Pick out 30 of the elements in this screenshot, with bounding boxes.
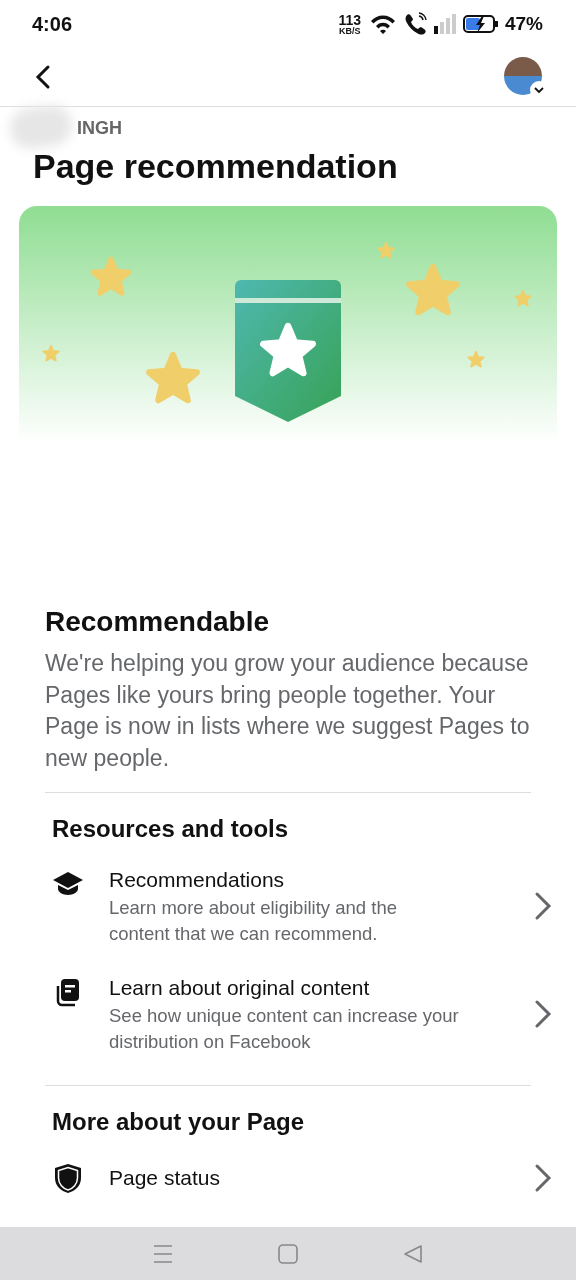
list-item[interactable]: Recommendations Learn more about eligibility and the content that we can recommend. (0, 865, 576, 947)
status-description: We're helping you grow your audience because Pages like yours bring people together. Your Page is now in lists where we suggest Pages to new people. (45, 649, 531, 773)
clock-time: 4:06 (32, 12, 74, 36)
signal-icon (432, 12, 457, 37)
list-item[interactable]: Learn about original content See how unique content can increase your distribution on Facebook (0, 973, 576, 1055)
menu-button[interactable] (151, 1242, 174, 1265)
status-title: Recommendable (45, 606, 271, 638)
section-heading: More about your Page (52, 1108, 306, 1136)
page-name: INGH (77, 118, 122, 139)
page-title: Page recommendation (33, 147, 399, 186)
list-item-icon (52, 1162, 84, 1194)
chevron-icon (534, 999, 552, 1029)
home-icon (277, 1242, 299, 1265)
item-description: See how unique content can increase your distribution on Facebook (109, 1004, 459, 1054)
list-item[interactable]: Page status (0, 1158, 576, 1197)
chevron-icon (534, 891, 552, 921)
item-title: Recommendations (109, 867, 286, 893)
chevron-icon (534, 1162, 552, 1193)
battery-percent: 47% (504, 13, 543, 36)
home-button[interactable] (277, 1242, 299, 1265)
item-title: Learn about original content (109, 975, 371, 1001)
item-title: Page status (109, 1164, 221, 1191)
battery-icon (462, 13, 499, 36)
network-speed: 113 (338, 12, 361, 27)
section-heading: Resources and tools (52, 815, 290, 843)
back-icon (402, 1242, 425, 1265)
menu-icon (151, 1242, 174, 1265)
item-description: Learn more about eligibility and the content that we can recommend. (109, 896, 398, 946)
speed-unit: KB/S (338, 26, 361, 36)
avatar (504, 57, 542, 96)
